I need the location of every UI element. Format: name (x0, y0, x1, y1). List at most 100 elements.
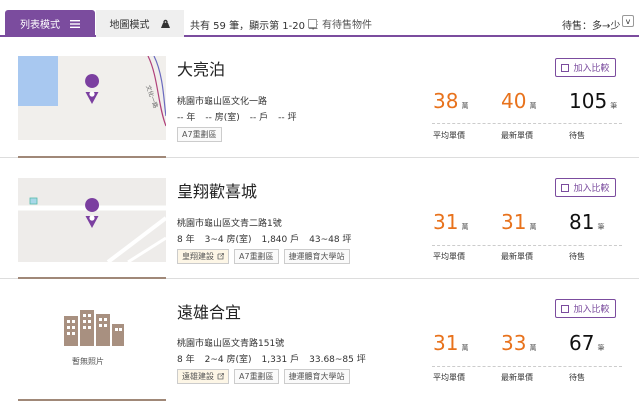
latest-price-value: 33 (501, 331, 527, 355)
listing-card[interactable]: 暫無照片 遠雄合宜 桃園市龜山區文青路151號 8 年 2~4 房(室) 1,3… (0, 280, 639, 408)
tag-station[interactable]: 捷運體育大學站 (283, 249, 350, 264)
list-icon (70, 19, 80, 28)
sort-label: 待售：多→少 (562, 21, 621, 32)
add-compare-button[interactable]: 加入比較 (555, 178, 616, 197)
tag-zone[interactable]: A7重劃區 (177, 127, 222, 142)
spec-area: 33.68~85 坪 (309, 355, 366, 365)
listing-name[interactable]: 皇翔歡喜城 (177, 178, 257, 202)
toolbar: 列表模式 地圖模式 共有 59 筆，顯示第 1-20 筆 有待售物件 待售：多→… (0, 0, 639, 37)
building-icon (64, 310, 124, 346)
pending-filter[interactable]: 有待售物件 (308, 16, 372, 31)
avg-price-label: 平均單價 (433, 252, 465, 261)
tag-builder[interactable]: 皇翔建設 (177, 249, 229, 264)
spec-age: 8 年 (177, 235, 195, 245)
pending-label: 有待售物件 (322, 20, 372, 31)
tab-list-mode[interactable]: 列表模式 (5, 10, 95, 37)
sort-dropdown-button[interactable]: v (622, 15, 634, 27)
for-sale-count: 105 筆 (569, 89, 617, 113)
spec-age: 8 年 (177, 355, 195, 365)
tag-zone[interactable]: A7重劃區 (234, 369, 279, 384)
listing-tags: 皇翔建設 A7重劃區 捷運體育大學站 (177, 249, 350, 264)
compare-label: 加入比較 (573, 184, 610, 194)
avg-price-value: 31 (433, 210, 459, 234)
avg-price-value: 38 (433, 89, 459, 113)
for-sale-unit: 筆 (610, 102, 618, 110)
external-link-icon (217, 373, 224, 380)
tag-builder-label: 皇翔建設 (182, 252, 214, 261)
map-graphic (18, 197, 166, 262)
compare-checkbox-icon (561, 304, 570, 313)
compare-label: 加入比較 (573, 64, 610, 74)
no-photo-label: 暫無照片 (72, 357, 104, 366)
listing-name[interactable]: 遠雄合宜 (177, 299, 241, 323)
listing-specs: 8 年 2~4 房(室) 1,331 戶 33.68~85 坪 (177, 352, 366, 365)
latest-price: 40 萬 (501, 89, 536, 113)
listing-map-thumbnail[interactable] (18, 178, 166, 262)
tag-builder[interactable]: 遠雄建設 (177, 369, 229, 384)
spec-units: 1,331 戶 (261, 355, 300, 365)
avg-price: 38 萬 (433, 89, 468, 113)
map-graphic: 文化一路 (18, 56, 166, 127)
tab-list-label: 列表模式 (20, 20, 60, 31)
latest-price-unit: 萬 (529, 223, 537, 231)
avg-price-unit: 萬 (461, 223, 469, 231)
avg-price: 31 萬 (433, 210, 468, 234)
avg-price-value: 31 (433, 331, 459, 355)
latest-price-unit: 萬 (529, 102, 537, 110)
listing-specs: -- 年 -- 房(室) -- 戶 -- 坪 (177, 110, 296, 123)
spec-age: -- 年 (177, 113, 196, 123)
for-sale-unit: 筆 (597, 344, 605, 352)
listing-address: 桃園市龜山區文青路151號 (177, 339, 285, 349)
latest-price: 31 萬 (501, 210, 536, 234)
tag-station[interactable]: 捷運體育大學站 (283, 369, 350, 384)
tag-zone[interactable]: A7重劃區 (234, 249, 279, 264)
listing-no-photo-thumbnail[interactable] (18, 298, 166, 382)
spec-units: -- 戶 (249, 113, 269, 123)
listing-address: 桃園市龜山區文化一路 (177, 97, 268, 107)
latest-price: 33 萬 (501, 331, 536, 355)
latest-price-label: 最新單價 (501, 373, 533, 382)
external-link-icon (217, 253, 224, 260)
tag-builder-label: 遠雄建設 (182, 372, 214, 381)
thumb-underline (18, 399, 166, 401)
add-compare-button[interactable]: 加入比較 (555, 58, 616, 77)
for-sale-value: 81 (569, 210, 595, 234)
pending-checkbox[interactable] (308, 19, 317, 28)
price-divider (432, 245, 622, 246)
listing-card[interactable]: 文化一路 大亮泊 桃園市龜山區文化一路 -- 年 -- 房(室) -- 戶 --… (0, 38, 639, 158)
price-divider (432, 366, 622, 367)
listing-card[interactable]: 皇翔歡喜城 桃園市龜山區文青二路1號 8 年 3~4 房(室) 1,840 戶 … (0, 159, 639, 279)
spec-rooms: -- 房(室) (205, 113, 240, 123)
compare-checkbox-icon (561, 183, 570, 192)
for-sale-value: 105 (569, 89, 608, 113)
tab-map-mode[interactable]: 地圖模式 (96, 10, 184, 37)
listing-address: 桃園市龜山區文青二路1號 (177, 219, 282, 229)
result-summary: 共有 59 筆，顯示第 1-20 筆 (190, 21, 319, 32)
for-sale-value: 67 (569, 331, 595, 355)
latest-price-label: 最新單價 (501, 131, 533, 140)
for-sale-label: 待售 (569, 373, 585, 382)
listing-specs: 8 年 3~4 房(室) 1,840 戶 43~48 坪 (177, 232, 351, 245)
price-divider (432, 123, 622, 124)
for-sale-count: 81 筆 (569, 210, 604, 234)
listing-map-thumbnail[interactable]: 文化一路 (18, 56, 166, 140)
spec-units: 1,840 戶 (261, 235, 300, 245)
compare-label: 加入比較 (573, 305, 610, 315)
latest-price-value: 40 (501, 89, 527, 113)
avg-price-unit: 萬 (461, 344, 469, 352)
spec-area: 43~48 坪 (309, 235, 352, 245)
spec-rooms: 2~4 房(室) (204, 355, 252, 365)
spec-area: -- 坪 (278, 113, 297, 123)
compare-checkbox-icon (561, 63, 570, 72)
avg-price-unit: 萬 (461, 102, 469, 110)
for-sale-unit: 筆 (597, 223, 605, 231)
add-compare-button[interactable]: 加入比較 (555, 299, 616, 318)
for-sale-count: 67 筆 (569, 331, 604, 355)
listing-name[interactable]: 大亮泊 (177, 56, 225, 80)
thumb-underline (18, 156, 166, 158)
map-pin-icon (160, 19, 170, 28)
latest-price-value: 31 (501, 210, 527, 234)
avg-price-label: 平均單價 (433, 131, 465, 140)
for-sale-label: 待售 (569, 252, 585, 261)
avg-price-label: 平均單價 (433, 373, 465, 382)
